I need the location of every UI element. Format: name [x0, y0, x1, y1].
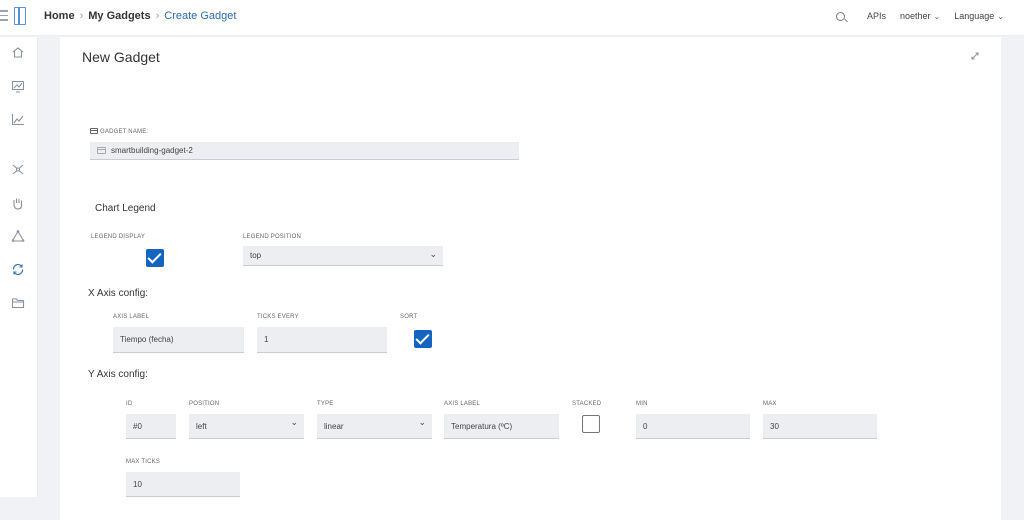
id-card-icon	[90, 128, 98, 134]
app-logo-icon[interactable]	[14, 7, 26, 25]
y-max-ticks-value: 10	[133, 479, 142, 489]
y-position-label: POSITION	[189, 401, 220, 407]
x-axis-label-value: Tiempo (fecha)	[120, 335, 174, 344]
x-axis-config-title: X Axis config:	[88, 288, 149, 299]
y-axis-label-value: Temperatura (ºC)	[451, 421, 513, 431]
y-axis-label-label: AXIS LABEL	[444, 401, 481, 407]
ticks-every-input[interactable]: 1	[257, 327, 387, 353]
gadget-name-input[interactable]: smartbuilding-gadget-2	[90, 142, 519, 160]
y-position-value: left	[196, 421, 207, 431]
gadget-name-value: smartbuilding-gadget-2	[111, 146, 193, 155]
y-max-ticks-input[interactable]: 10	[126, 472, 240, 497]
user-menu[interactable]: noether ⌄	[900, 11, 940, 21]
y-id-value: #0	[133, 421, 142, 431]
y-type-label: TYPE	[317, 401, 334, 407]
y-stacked-label: STACKED	[572, 401, 602, 407]
user-name: noether	[900, 11, 931, 21]
language-label: Language	[954, 11, 995, 21]
sync-icon[interactable]	[11, 263, 25, 276]
ticks-every-value: 1	[264, 335, 269, 344]
search-icon[interactable]	[836, 11, 845, 21]
page-title: New Gadget	[82, 49, 160, 65]
breadcrumb-create-gadget: Create Gadget	[164, 10, 237, 22]
main-panel: New Gadget GADGET NAME: smartbuilding-ga…	[60, 37, 1001, 520]
id-card-icon	[97, 147, 106, 154]
sort-checkbox[interactable]	[414, 330, 432, 348]
home-icon[interactable]	[11, 46, 25, 59]
legend-display-checkbox[interactable]	[146, 249, 164, 267]
x-axis-label-input[interactable]: Tiempo (fecha)	[113, 327, 244, 353]
top-bar: Home › My Gadgets › Create Gadget APIs n…	[0, 0, 1024, 36]
expand-icon[interactable]	[971, 47, 979, 60]
top-right-nav: APIs noether ⌄ Language ⌄	[836, 11, 1004, 21]
y-id-input[interactable]: #0	[126, 414, 176, 439]
y-axis-config-title: Y Axis config:	[88, 369, 148, 380]
hand-icon[interactable]	[11, 197, 25, 210]
dashboard-icon[interactable]	[11, 80, 25, 93]
sidebar	[0, 37, 38, 497]
network-icon[interactable]	[11, 163, 25, 176]
chevron-right-icon: ›	[155, 10, 160, 22]
y-min-label: MIN	[636, 401, 648, 407]
legend-display-label: LEGEND DISPLAY	[91, 234, 146, 240]
y-max-label: MAX	[763, 401, 777, 407]
chevron-right-icon: ›	[79, 10, 84, 22]
breadcrumb: Home › My Gadgets › Create Gadget	[44, 10, 236, 22]
chevron-down-icon: ⌄	[933, 12, 941, 21]
apis-link[interactable]: APIs	[867, 11, 886, 21]
chart-icon[interactable]	[11, 113, 25, 126]
y-stacked-checkbox[interactable]	[582, 415, 600, 433]
y-max-value: 30	[770, 421, 779, 431]
hamburger-menu-icon[interactable]	[0, 10, 10, 22]
x-axis-label-label: AXIS LABEL	[113, 314, 150, 320]
y-min-input[interactable]: 0	[636, 414, 750, 439]
breadcrumb-home[interactable]: Home	[44, 10, 75, 22]
y-type-select[interactable]: linear	[317, 414, 432, 439]
y-min-value: 0	[643, 421, 648, 431]
language-menu[interactable]: Language ⌄	[954, 11, 1004, 21]
y-max-input[interactable]: 30	[763, 414, 877, 439]
y-position-select[interactable]: left	[189, 414, 304, 439]
chart-legend-title: Chart Legend	[95, 203, 156, 214]
legend-position-value: top	[250, 251, 262, 260]
legend-position-label: LEGEND POSITION	[243, 234, 302, 240]
chevron-down-icon: ⌄	[997, 12, 1004, 21]
y-type-value: linear	[324, 421, 344, 431]
ticks-every-label: TICKS EVERY	[257, 314, 299, 320]
gadget-name-label: GADGET NAME:	[90, 128, 148, 135]
folder-icon[interactable]	[11, 296, 25, 309]
recycle-icon[interactable]	[11, 230, 25, 243]
y-axis-label-input[interactable]: Temperatura (ºC)	[444, 414, 559, 439]
breadcrumb-my-gadgets[interactable]: My Gadgets	[88, 10, 150, 22]
y-id-label: ID	[126, 401, 133, 407]
y-max-ticks-label: MAX TICKS	[126, 459, 161, 465]
legend-position-select[interactable]: top	[243, 246, 443, 266]
sort-label: SORT	[400, 314, 418, 320]
